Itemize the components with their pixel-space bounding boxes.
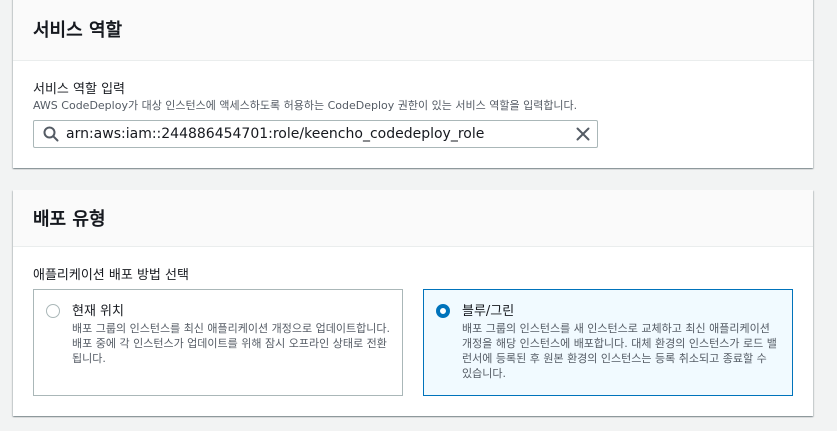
deployment-type-title: 배포 유형	[33, 209, 106, 230]
service-role-header: 서비스 역할	[13, 0, 813, 61]
service-role-input[interactable]: arn:aws:iam::244886454701:role/keencho_c…	[33, 120, 598, 148]
deployment-type-panel: 배포 유형 애플리케이션 배포 방법 선택 현재 위치 배포 그룹의 인스턴스를…	[13, 190, 813, 416]
service-role-field-label: 서비스 역할 입력	[33, 82, 125, 97]
tile-blue-green-description: 배포 그룹의 인스턴스를 새 인스턴스로 교체하고 최신 애플리케이션 개정을 …	[462, 322, 777, 380]
tile-in-place-title: 현재 위치	[72, 304, 124, 319]
radio-blue-green[interactable]	[436, 304, 450, 318]
service-role-field-description: AWS CodeDeploy가 대상 인스턴스에 액세스하도록 허용하는 Cod…	[33, 99, 578, 112]
service-role-input-value[interactable]: arn:aws:iam::244886454701:role/keencho_c…	[66, 126, 569, 142]
search-icon	[36, 121, 66, 147]
tile-in-place[interactable]: 현재 위치 배포 그룹의 인스턴스를 최신 애플리케이션 개정으로 업데이트합니…	[33, 289, 403, 396]
service-role-panel: 서비스 역할 서비스 역할 입력 AWS CodeDeploy가 대상 인스턴스…	[13, 0, 813, 168]
tile-blue-green[interactable]: 블루/그린 배포 그룹의 인스턴스를 새 인스턴스로 교체하고 최신 애플리케이…	[423, 289, 793, 396]
deployment-method-label: 애플리케이션 배포 방법 선택	[33, 268, 189, 283]
deployment-type-header: 배포 유형	[13, 190, 813, 247]
tile-in-place-description: 배포 그룹의 인스턴스를 최신 애플리케이션 개정으로 업데이트합니다. 배포 …	[72, 322, 390, 365]
service-role-title: 서비스 역할	[33, 20, 123, 41]
radio-in-place[interactable]	[46, 304, 60, 318]
tile-blue-green-title: 블루/그린	[462, 304, 515, 319]
close-icon[interactable]	[569, 121, 597, 147]
